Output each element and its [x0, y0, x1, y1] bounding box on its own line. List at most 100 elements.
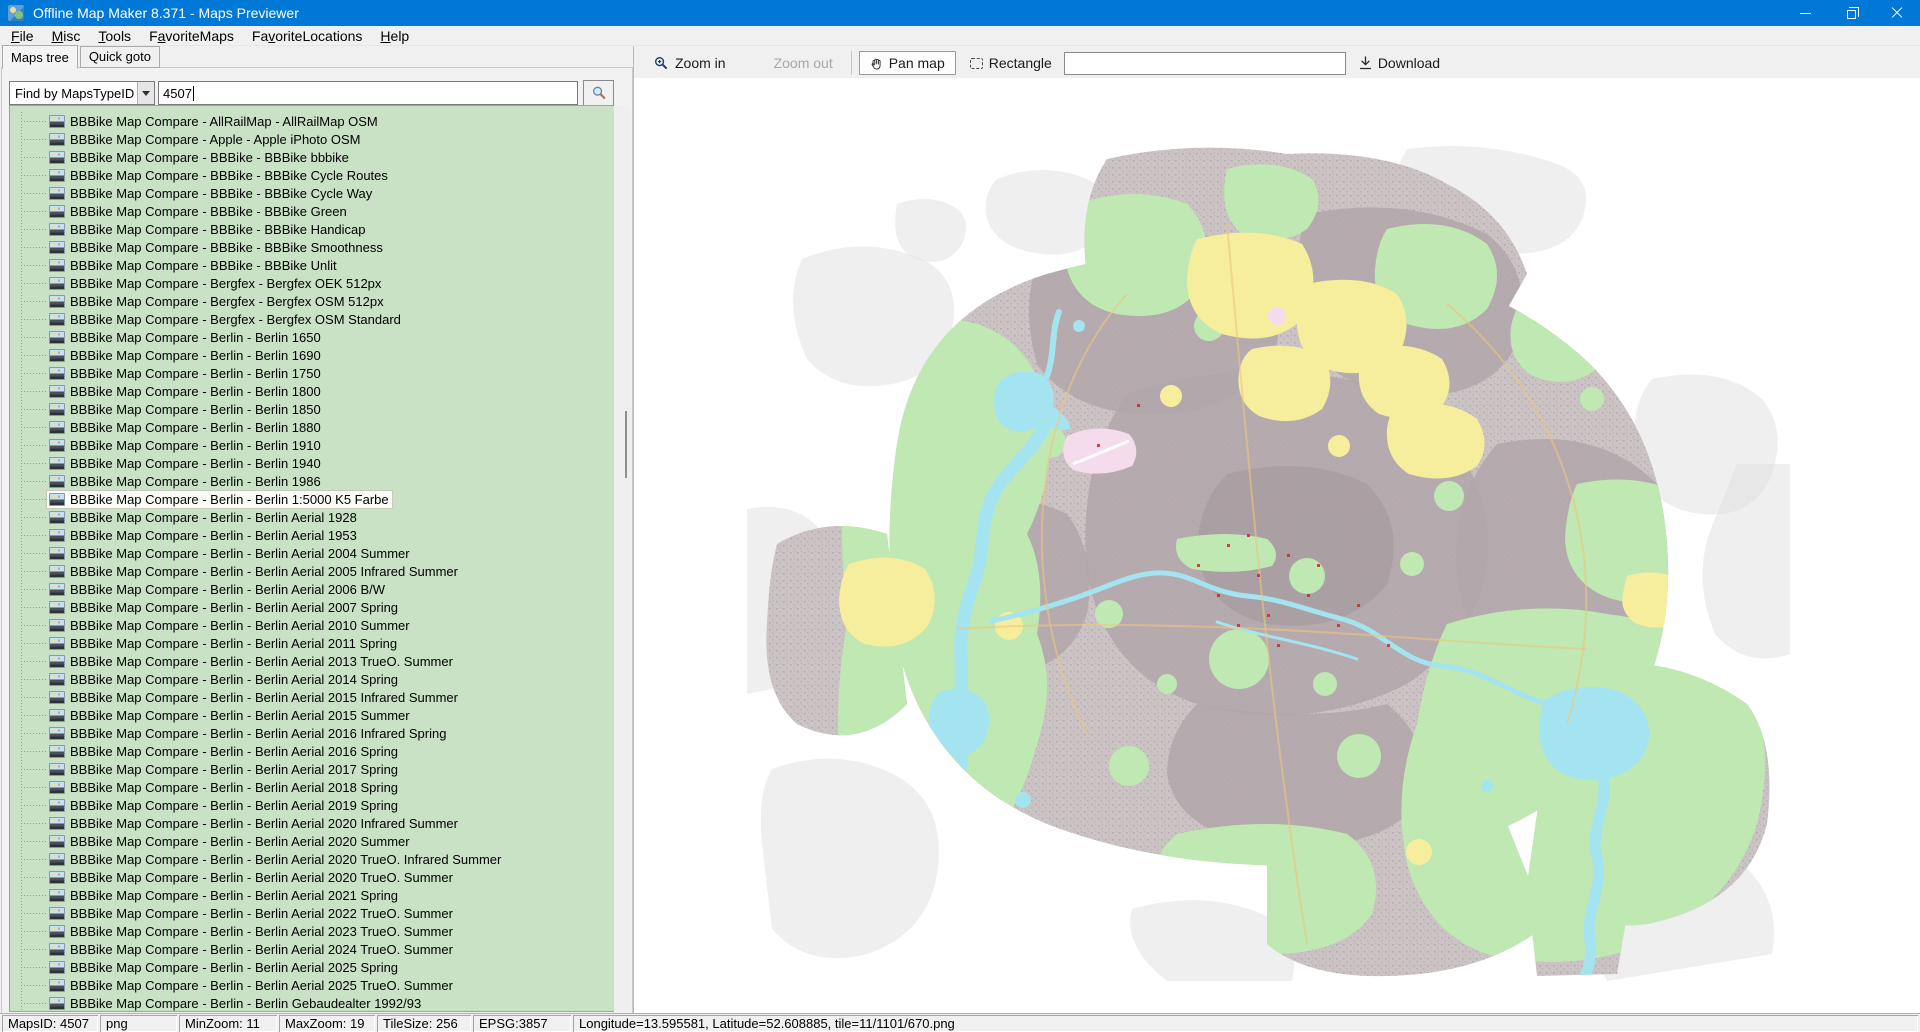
tree-item[interactable]: BBBike Map Compare - BBBike - BBBike Smo…	[10, 238, 614, 256]
map-image-icon	[49, 799, 65, 812]
menu-file[interactable]: File	[2, 26, 43, 46]
menu-favoritelocations[interactable]: FavoriteLocations	[243, 26, 372, 46]
tree-item[interactable]: BBBike Map Compare - Berlin - Berlin Aer…	[10, 760, 614, 778]
menu-favoritemaps[interactable]: FavoriteMaps	[140, 26, 243, 46]
tree-connector	[21, 751, 47, 752]
search-input[interactable]: 4507	[158, 81, 578, 105]
tree-item[interactable]: BBBike Map Compare - Berlin - Berlin Aer…	[10, 526, 614, 544]
tab-quick-goto[interactable]: Quick goto	[80, 46, 160, 68]
tree-item-label: BBBike Map Compare - Berlin - Berlin 165…	[70, 330, 321, 345]
tree-item[interactable]: BBBike Map Compare - Berlin - Berlin 198…	[10, 472, 614, 490]
tree-item[interactable]: BBBike Map Compare - Berlin - Berlin Aer…	[10, 814, 614, 832]
map-image-icon	[49, 547, 65, 560]
tree-item-label: BBBike Map Compare - Berlin - Berlin 169…	[70, 348, 321, 363]
map-image-icon	[49, 889, 65, 902]
map-image-icon	[49, 907, 65, 920]
tree-item[interactable]: BBBike Map Compare - Bergfex - Bergfex O…	[10, 274, 614, 292]
map-image-icon	[49, 493, 65, 506]
tree-item-label: BBBike Map Compare - Berlin - Berlin Aer…	[70, 852, 501, 867]
tree-item[interactable]: BBBike Map Compare - Berlin - Berlin Aer…	[10, 508, 614, 526]
map-image-icon	[49, 115, 65, 128]
tree-item[interactable]: BBBike Map Compare - Berlin - Berlin Aer…	[10, 580, 614, 598]
tree-item[interactable]: BBBike Map Compare - BBBike - BBBike Cyc…	[10, 184, 614, 202]
pan-map-label: Pan map	[889, 55, 945, 71]
tree-item[interactable]: BBBike Map Compare - Berlin - Berlin Aer…	[10, 778, 614, 796]
tree-item[interactable]: BBBike Map Compare - Berlin - Berlin 194…	[10, 454, 614, 472]
tree-item-label: BBBike Map Compare - Berlin - Berlin 188…	[70, 420, 321, 435]
close-button[interactable]	[1874, 0, 1920, 26]
tree-item-label: BBBike Map Compare - Berlin - Berlin Aer…	[70, 744, 398, 759]
tree-item[interactable]: BBBike Map Compare - Berlin - Berlin Aer…	[10, 922, 614, 940]
status-cell-1: png	[100, 1015, 177, 1032]
tree-item[interactable]: BBBike Map Compare - Berlin - Berlin 191…	[10, 436, 614, 454]
tab-maps-tree[interactable]: Maps tree	[2, 45, 78, 69]
tree-item[interactable]: BBBike Map Compare - Bergfex - Bergfex O…	[10, 292, 614, 310]
tree-item[interactable]: BBBike Map Compare - Berlin - Berlin 169…	[10, 346, 614, 364]
tree-item-label: BBBike Map Compare - BBBike - BBBike Gre…	[70, 204, 347, 219]
tree-item[interactable]: BBBike Map Compare - Berlin - Berlin Aer…	[10, 796, 614, 814]
tree-item[interactable]: BBBike Map Compare - BBBike - BBBike Han…	[10, 220, 614, 238]
minimize-button[interactable]	[1782, 0, 1828, 26]
tree-item[interactable]: BBBike Map Compare - Berlin - Berlin Aer…	[10, 634, 614, 652]
tree-item[interactable]: BBBike Map Compare - Berlin - Berlin Aer…	[10, 544, 614, 562]
download-path-input[interactable]	[1064, 52, 1346, 75]
tree-item[interactable]: BBBike Map Compare - Berlin - Berlin Geb…	[10, 994, 614, 1012]
tree-item[interactable]: BBBike Map Compare - Berlin - Berlin Aer…	[10, 562, 614, 580]
menu-help[interactable]: Help	[371, 26, 418, 46]
tree-item[interactable]: BBBike Map Compare - Berlin - Berlin Aer…	[10, 742, 614, 760]
tree-item[interactable]: BBBike Map Compare - Berlin - Berlin Aer…	[10, 670, 614, 688]
download-button[interactable]: Download	[1359, 55, 1440, 71]
tree-item[interactable]: BBBike Map Compare - Berlin - Berlin Aer…	[10, 940, 614, 958]
tree-item[interactable]: BBBike Map Compare - Berlin - Berlin Aer…	[10, 724, 614, 742]
tree-item[interactable]: BBBike Map Compare - Berlin - Berlin Aer…	[10, 868, 614, 886]
map-image-icon	[49, 745, 65, 758]
zoom-in-button[interactable]: Zoom in	[654, 55, 726, 71]
tree-connector	[21, 589, 47, 590]
tree-item[interactable]: BBBike Map Compare - AllRailMap - AllRai…	[10, 112, 614, 130]
tree-connector	[21, 409, 47, 410]
tree-connector	[21, 607, 47, 608]
berlin-map-image	[747, 144, 1790, 984]
menu-tools[interactable]: Tools	[89, 26, 140, 46]
tree-scrollbar-thumb[interactable]	[625, 411, 627, 478]
tree-item[interactable]: BBBike Map Compare - Berlin - Berlin 188…	[10, 418, 614, 436]
menu-misc[interactable]: Misc	[43, 26, 90, 46]
tree-item[interactable]: BBBike Map Compare - Berlin - Berlin 185…	[10, 400, 614, 418]
tree-item[interactable]: BBBike Map Compare - Bergfex - Bergfex O…	[10, 310, 614, 328]
zoom-out-button[interactable]: Zoom out	[774, 55, 833, 71]
tree-item[interactable]: BBBike Map Compare - Apple - Apple iPhot…	[10, 130, 614, 148]
tree-item[interactable]: BBBike Map Compare - Berlin - Berlin Aer…	[10, 850, 614, 868]
tree-connector	[21, 463, 47, 464]
tree-item[interactable]: BBBike Map Compare - Berlin - Berlin Aer…	[10, 598, 614, 616]
tree-item[interactable]: BBBike Map Compare - Berlin - Berlin Aer…	[10, 904, 614, 922]
tree-item[interactable]: BBBike Map Compare - BBBike - BBBike Unl…	[10, 256, 614, 274]
status-cell-5: EPSG:3857	[473, 1015, 571, 1032]
search-button[interactable]	[583, 80, 614, 106]
tree-item[interactable]: BBBike Map Compare - Berlin - Berlin Aer…	[10, 688, 614, 706]
map-image-icon	[49, 151, 65, 164]
tree-item[interactable]: BBBike Map Compare - Berlin - Berlin 175…	[10, 364, 614, 382]
tree-item[interactable]: BBBike Map Compare - Berlin - Berlin 1:5…	[10, 490, 614, 508]
tree-item[interactable]: BBBike Map Compare - Berlin - Berlin Aer…	[10, 886, 614, 904]
map-viewport[interactable]	[634, 78, 1920, 1014]
tree-scrollbar[interactable]	[614, 105, 631, 1012]
tree-item[interactable]: BBBike Map Compare - Berlin - Berlin Aer…	[10, 706, 614, 724]
tree-item[interactable]: BBBike Map Compare - BBBike - BBBike Cyc…	[10, 166, 614, 184]
rectangle-button[interactable]: Rectangle	[970, 55, 1052, 71]
tree-item[interactable]: BBBike Map Compare - Berlin - Berlin Aer…	[10, 976, 614, 994]
tree-item[interactable]: BBBike Map Compare - Berlin - Berlin Aer…	[10, 652, 614, 670]
tree-item[interactable]: BBBike Map Compare - Berlin - Berlin 180…	[10, 382, 614, 400]
map-image-icon	[49, 817, 65, 830]
tree-item-label: BBBike Map Compare - Apple - Apple iPhot…	[70, 132, 360, 147]
tree-item[interactable]: BBBike Map Compare - Berlin - Berlin Aer…	[10, 616, 614, 634]
toolbar-separator	[851, 51, 852, 75]
tree-item[interactable]: BBBike Map Compare - BBBike - BBBike Gre…	[10, 202, 614, 220]
restore-button[interactable]	[1828, 0, 1874, 26]
tree-item[interactable]: BBBike Map Compare - Berlin - Berlin Aer…	[10, 958, 614, 976]
chevron-down-icon[interactable]	[137, 82, 154, 104]
tree-item[interactable]: BBBike Map Compare - BBBike - BBBike bbb…	[10, 148, 614, 166]
tree-item[interactable]: BBBike Map Compare - Berlin - Berlin 165…	[10, 328, 614, 346]
tree-item[interactable]: BBBike Map Compare - Berlin - Berlin Aer…	[10, 832, 614, 850]
pan-map-button[interactable]: Pan map	[859, 51, 956, 75]
filter-dropdown[interactable]: Find by MapsTypeID	[9, 81, 155, 105]
